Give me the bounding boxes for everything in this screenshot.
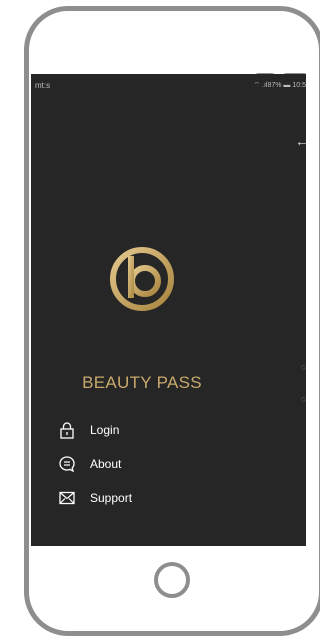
menu-item-label: Login [90, 423, 120, 437]
main-content-peek: ← ◌ ◌ [281, 96, 306, 546]
side-drawer: BEAUTY PASS Login About Support [31, 96, 281, 546]
password-field-icon: ◌ [301, 394, 306, 404]
chat-bubble-icon [59, 456, 75, 473]
arrow-left-icon[interactable]: ← [295, 133, 306, 149]
carrier-label: mt:s [35, 81, 51, 90]
status-bar: mt:s ⁠⌔ .ıl87% ▬ 10:5 [31, 74, 306, 96]
menu-item-about[interactable]: About [58, 451, 121, 477]
menu-item-login[interactable]: Login [58, 417, 119, 443]
menu-item-label: Support [90, 491, 133, 505]
envelope-icon [59, 491, 75, 505]
beauty-pass-logo [110, 247, 174, 311]
lock-icon [60, 422, 74, 439]
status-indicators: ⁠⌔ .ıl87% ▬ 10:5 [253, 82, 307, 89]
menu-item-label: About [90, 457, 122, 471]
brand-name: BEAUTY PASS [82, 373, 202, 392]
app-screen: mt:s ⁠⌔ .ıl87% ▬ 10:5 BEAUTY PASS Login [31, 74, 306, 546]
menu-item-support[interactable]: Support [58, 485, 132, 511]
user-field-icon: ◌ [301, 362, 306, 372]
home-button[interactable] [154, 562, 190, 598]
